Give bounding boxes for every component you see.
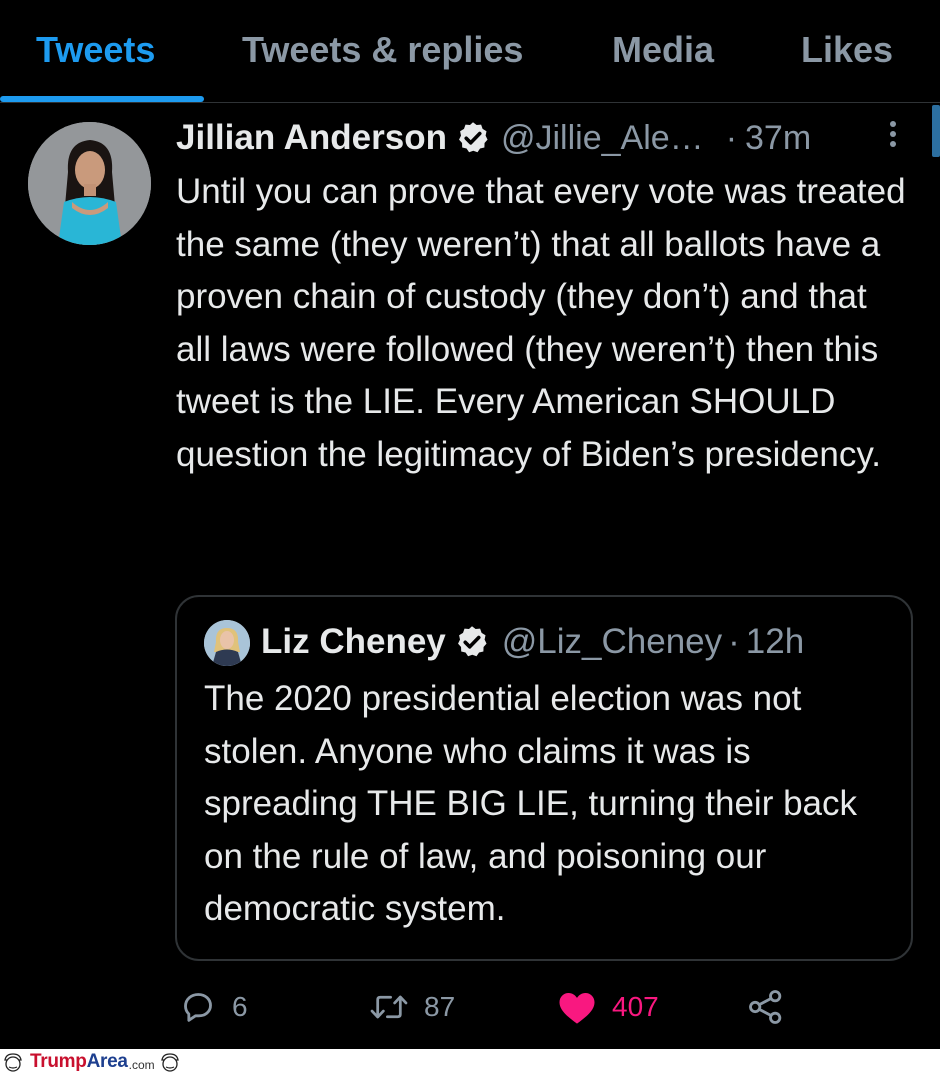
verified-badge-icon [459, 122, 488, 153]
separator-dot: · [725, 118, 738, 157]
author-name[interactable]: Jillian Anderson [176, 118, 447, 158]
watermark-bar: TrumpArea .com [0, 1049, 940, 1075]
quoted-tweet-text: The 2020 presidential election was not s… [204, 679, 858, 928]
tab-likes[interactable]: Likes [801, 28, 893, 72]
author-handle[interactable]: @Jillie_Ale… [501, 119, 704, 158]
quoted-author-name: Liz Cheney [261, 622, 446, 661]
tweet-header: Jillian Anderson @Jillie_Ale… · 37m [176, 113, 906, 163]
reply-icon [184, 993, 212, 1022]
quoted-tweet-timestamp: 12h [745, 622, 805, 661]
quoted-tweet-card[interactable]: Liz Cheney @Liz_Cheney · 12h The 2020 pr… [175, 595, 913, 961]
share-icon [749, 990, 782, 1024]
reply-button[interactable]: 6 [178, 985, 248, 1029]
tab-media[interactable]: Media [612, 28, 714, 72]
avatar[interactable] [28, 122, 151, 245]
retweet-button[interactable]: 87 [368, 985, 455, 1029]
heart-icon [559, 993, 595, 1024]
active-tab-indicator [0, 96, 204, 102]
separator-dot: · [728, 622, 740, 661]
quoted-author-handle: @Liz_Cheney [501, 622, 723, 661]
like-button[interactable]: 407 [556, 985, 659, 1029]
watermark-tld: .com [128, 1057, 155, 1072]
watermark-face-icon [4, 1053, 22, 1072]
scrollbar[interactable] [932, 105, 940, 157]
tab-tweets[interactable]: Tweets [36, 28, 155, 72]
watermark-logo: TrumpArea .com [2, 1050, 181, 1074]
like-count: 407 [612, 991, 659, 1022]
more-options-icon[interactable] [884, 121, 902, 155]
reply-count: 6 [232, 991, 248, 1022]
quoted-avatar-photo-icon [204, 620, 250, 666]
watermark-face-icon [160, 1053, 179, 1072]
quoted-tweet-header: Liz Cheney @Liz_Cheney · 12h [261, 617, 901, 667]
verified-badge-icon [457, 626, 487, 657]
tweet-text: Until you can prove that every vote was … [176, 172, 906, 474]
profile-tabs: Tweets Tweets & replies Media Likes [0, 0, 940, 103]
watermark-brand: TrumpArea [30, 1051, 128, 1072]
share-button[interactable] [746, 985, 786, 1029]
quoted-avatar [204, 620, 250, 666]
tweet-timestamp[interactable]: 37m [745, 119, 811, 158]
avatar-photo-icon [28, 122, 151, 245]
tab-tweets-and-replies[interactable]: Tweets & replies [242, 28, 523, 72]
retweet-count: 87 [424, 991, 456, 1022]
retweet-icon [370, 995, 408, 1019]
